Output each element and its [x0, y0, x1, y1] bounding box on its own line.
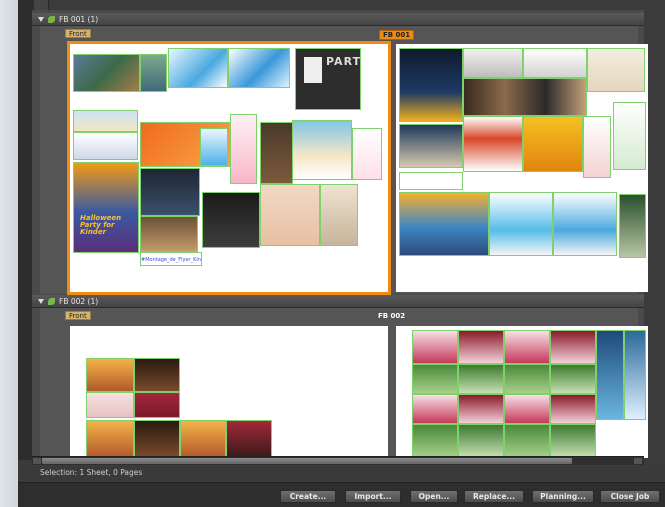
flyer-tile[interactable] — [596, 330, 624, 420]
flyer-tile[interactable] — [140, 168, 200, 216]
flyer-tile[interactable] — [399, 192, 489, 256]
flyer-tile[interactable] — [550, 364, 596, 394]
leaf-icon — [48, 15, 55, 23]
leaf-icon — [48, 297, 55, 305]
flyer-tile[interactable] — [458, 364, 504, 394]
scroll-right-icon[interactable] — [634, 458, 642, 464]
flyer-tile[interactable] — [134, 420, 180, 458]
group-title: FB 001 (1) — [59, 14, 99, 24]
party-text: PARTY — [326, 55, 361, 68]
flyer-tile[interactable]: #Montage_de_Flyer_Kinder — [140, 252, 202, 266]
scroll-left-icon[interactable] — [33, 458, 41, 464]
flyer-tile[interactable] — [553, 192, 617, 256]
flyer-tile[interactable] — [619, 194, 646, 258]
sheet-front-left[interactable] — [70, 326, 388, 458]
flyer-tile[interactable] — [180, 420, 226, 458]
flyer-tile[interactable] — [463, 116, 523, 172]
planning-button[interactable]: Planning... — [532, 490, 594, 503]
flyer-tile[interactable] — [399, 172, 463, 190]
flyer-tile[interactable] — [550, 394, 596, 424]
flyer-filename: #Montage_de_Flyer_Kinder — [141, 257, 201, 263]
import-button[interactable]: Import... — [345, 490, 401, 503]
flyer-tile[interactable] — [412, 330, 458, 364]
flyer-tile-party[interactable]: PARTY — [295, 48, 361, 110]
flyer-tile[interactable] — [352, 128, 382, 180]
close-job-button[interactable]: Close Job — [600, 490, 660, 503]
flyer-tile[interactable] — [412, 364, 458, 394]
group-title: FB 002 (1) — [59, 296, 99, 306]
sheet-workarea: FB 001 (1) Front FB 001 PARTY Halloween … — [32, 10, 648, 458]
flyer-tile[interactable] — [86, 420, 134, 458]
sheet-front-right[interactable] — [396, 326, 648, 458]
button-bar: Create... Import... Open... Replace... P… — [18, 482, 665, 507]
sheet-title: FB 002 — [378, 312, 406, 320]
flyer-tile[interactable] — [73, 54, 140, 92]
flyer-tile[interactable] — [168, 48, 228, 88]
flyer-tile[interactable] — [583, 116, 611, 178]
group-header-fb002[interactable]: FB 002 (1) — [32, 295, 644, 308]
sheet-area-fb002: Front FB 002 — [40, 308, 648, 458]
flyer-tile[interactable] — [230, 114, 257, 184]
flyer-tile[interactable] — [292, 120, 352, 180]
flyer-tile[interactable] — [463, 48, 523, 78]
flyer-tile[interactable] — [86, 358, 134, 392]
flyer-tile[interactable] — [550, 424, 596, 458]
flyer-card — [304, 57, 322, 83]
flyer-tile[interactable] — [489, 192, 553, 256]
sheet-area-fb001: Front FB 001 PARTY Halloween Party for K… — [40, 26, 648, 295]
group-header-fb001[interactable]: FB 001 (1) — [32, 13, 644, 26]
flyer-tile[interactable] — [228, 48, 290, 88]
flyer-tile[interactable] — [624, 330, 646, 420]
flyer-tile[interactable] — [134, 358, 180, 392]
flyer-tile[interactable] — [463, 78, 587, 116]
status-bar: Selection: 1 Sheet, 0 Pages — [18, 466, 665, 480]
create-button[interactable]: Create... — [280, 490, 336, 503]
flyer-tile[interactable] — [73, 110, 138, 132]
flyer-tile[interactable] — [134, 392, 180, 418]
replace-button[interactable]: Replace... — [464, 490, 524, 503]
flyer-tile-halloween[interactable]: Halloween Party for Kinder — [73, 162, 139, 253]
scrollbar-thumb[interactable] — [42, 458, 572, 464]
front-label: Front — [65, 29, 91, 38]
flyer-tile[interactable] — [86, 392, 134, 418]
flyer-tile[interactable] — [399, 48, 463, 122]
flyer-tile[interactable] — [260, 184, 320, 246]
flyer-tile[interactable] — [458, 330, 504, 364]
open-button[interactable]: Open... — [410, 490, 458, 503]
halloween-text: Halloween Party for Kinder — [80, 214, 122, 236]
flyer-tile[interactable] — [260, 122, 293, 184]
sheet-front-right[interactable] — [396, 44, 648, 292]
flyer-tile[interactable] — [320, 184, 358, 246]
flyer-tile[interactable] — [399, 124, 463, 168]
sheet-front-left[interactable]: PARTY Halloween Party for Kinder #Montag… — [67, 41, 391, 295]
flyer-tile[interactable] — [504, 424, 550, 458]
flyer-tile[interactable] — [73, 132, 138, 160]
flyer-tile[interactable] — [140, 54, 167, 92]
flyer-tile[interactable] — [523, 116, 583, 172]
flyer-tile[interactable] — [412, 424, 458, 458]
flyer-tile[interactable] — [504, 364, 550, 394]
flyer-tile[interactable] — [140, 216, 198, 252]
flyer-tile[interactable] — [523, 48, 587, 78]
flyer-tile[interactable] — [458, 394, 504, 424]
flyer-tile[interactable] — [226, 420, 272, 458]
sheet-title: FB 001 — [379, 30, 415, 40]
flyer-tile[interactable] — [613, 102, 646, 170]
flyer-tile[interactable] — [587, 48, 645, 92]
flyer-tile[interactable] — [458, 424, 504, 458]
collapse-triangle-icon[interactable] — [38, 298, 44, 304]
flyer-tile[interactable] — [550, 330, 596, 364]
front-label: Front — [65, 311, 91, 320]
selection-status: Selection: 1 Sheet, 0 Pages — [40, 468, 143, 477]
flyer-tile[interactable] — [202, 192, 260, 248]
flyer-tile[interactable] — [412, 394, 458, 424]
collapse-triangle-icon[interactable] — [38, 16, 44, 22]
flyer-tile[interactable] — [504, 394, 550, 424]
flyer-tile[interactable] — [504, 330, 550, 364]
horizontal-scrollbar[interactable] — [32, 456, 644, 465]
flyer-tile[interactable] — [200, 128, 228, 166]
